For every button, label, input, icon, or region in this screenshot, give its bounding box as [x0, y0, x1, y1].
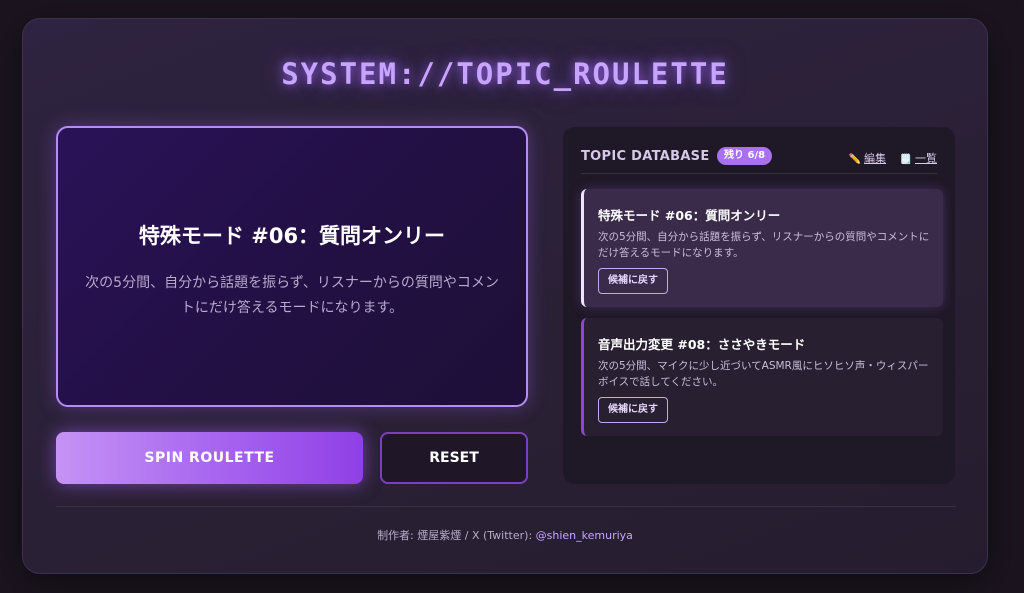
- spin-roulette-button[interactable]: SPIN ROULETTE: [56, 432, 363, 484]
- topic-database-panel: TOPIC DATABASE 残り 6/8 ✏️ 編集 🗒️ 一覧 特殊モード #0…: [563, 127, 955, 484]
- return-to-candidates-button[interactable]: 候補に戻す: [598, 397, 668, 423]
- topic-item-08: 音声出力変更 #08：ささやきモード 次の5分間、マイクに少し近づいてASMR風…: [581, 318, 943, 436]
- app-window: SYSTEM://TOPIC_ROULETTE 特殊モード #06：質問オンリー…: [22, 18, 988, 574]
- result-description: 次の5分間、自分から話題を振らず、リスナーからの質問やコメントにだけ答えるモード…: [85, 275, 499, 316]
- twitter-handle-link[interactable]: @shien_kemuriya: [536, 529, 633, 542]
- remaining-badge: 残り 6/8: [717, 147, 773, 165]
- topic-item-06: 特殊モード #06：質問オンリー 次の5分間、自分から話題を振らず、リスナーから…: [581, 189, 943, 307]
- database-title: TOPIC DATABASE: [581, 149, 710, 164]
- topic-description: 次の5分間、自分から話題を振らず、リスナーからの質問やコメントにだけ答えるモード…: [598, 231, 930, 259]
- memo-icon: 🗒️: [899, 154, 912, 165]
- page-title: SYSTEM://TOPIC_ROULETTE: [281, 57, 729, 91]
- database-divider: [581, 173, 937, 174]
- result-title: 特殊モード #06：質問オンリー: [138, 224, 446, 248]
- topic-title: 音声出力変更 #08：ささやきモード: [598, 337, 806, 352]
- return-to-candidates-button[interactable]: 候補に戻す: [598, 268, 668, 294]
- pencil-icon: ✏️: [848, 154, 862, 165]
- reset-button[interactable]: RESET: [380, 432, 528, 484]
- topic-description: 次の5分間、マイクに少し近づいてASMR風にヒソヒソ声・ウィスパーボイスで話して…: [598, 360, 929, 388]
- database-links: ✏️ 編集 🗒️ 一覧: [839, 150, 937, 166]
- topic-title: 特殊モード #06：質問オンリー: [598, 208, 781, 223]
- edit-link-label: 編集: [864, 152, 887, 165]
- result-card: 特殊モード #06：質問オンリー 次の5分間、自分から話題を振らず、リスナーから…: [56, 126, 528, 407]
- edit-link[interactable]: ✏️ 編集: [849, 152, 886, 165]
- list-link[interactable]: 🗒️ 一覧: [900, 152, 937, 165]
- footer-divider: [56, 506, 956, 507]
- footer-credit: 制作者: 煙屋紫煙 / X (Twitter):: [377, 529, 536, 542]
- database-header: TOPIC DATABASE 残り 6/8 ✏️ 編集 🗒️ 一覧: [581, 145, 937, 175]
- list-link-label: 一覧: [915, 152, 937, 165]
- footer: 制作者: 煙屋紫煙 / X (Twitter): @shien_kemuriya: [23, 527, 987, 543]
